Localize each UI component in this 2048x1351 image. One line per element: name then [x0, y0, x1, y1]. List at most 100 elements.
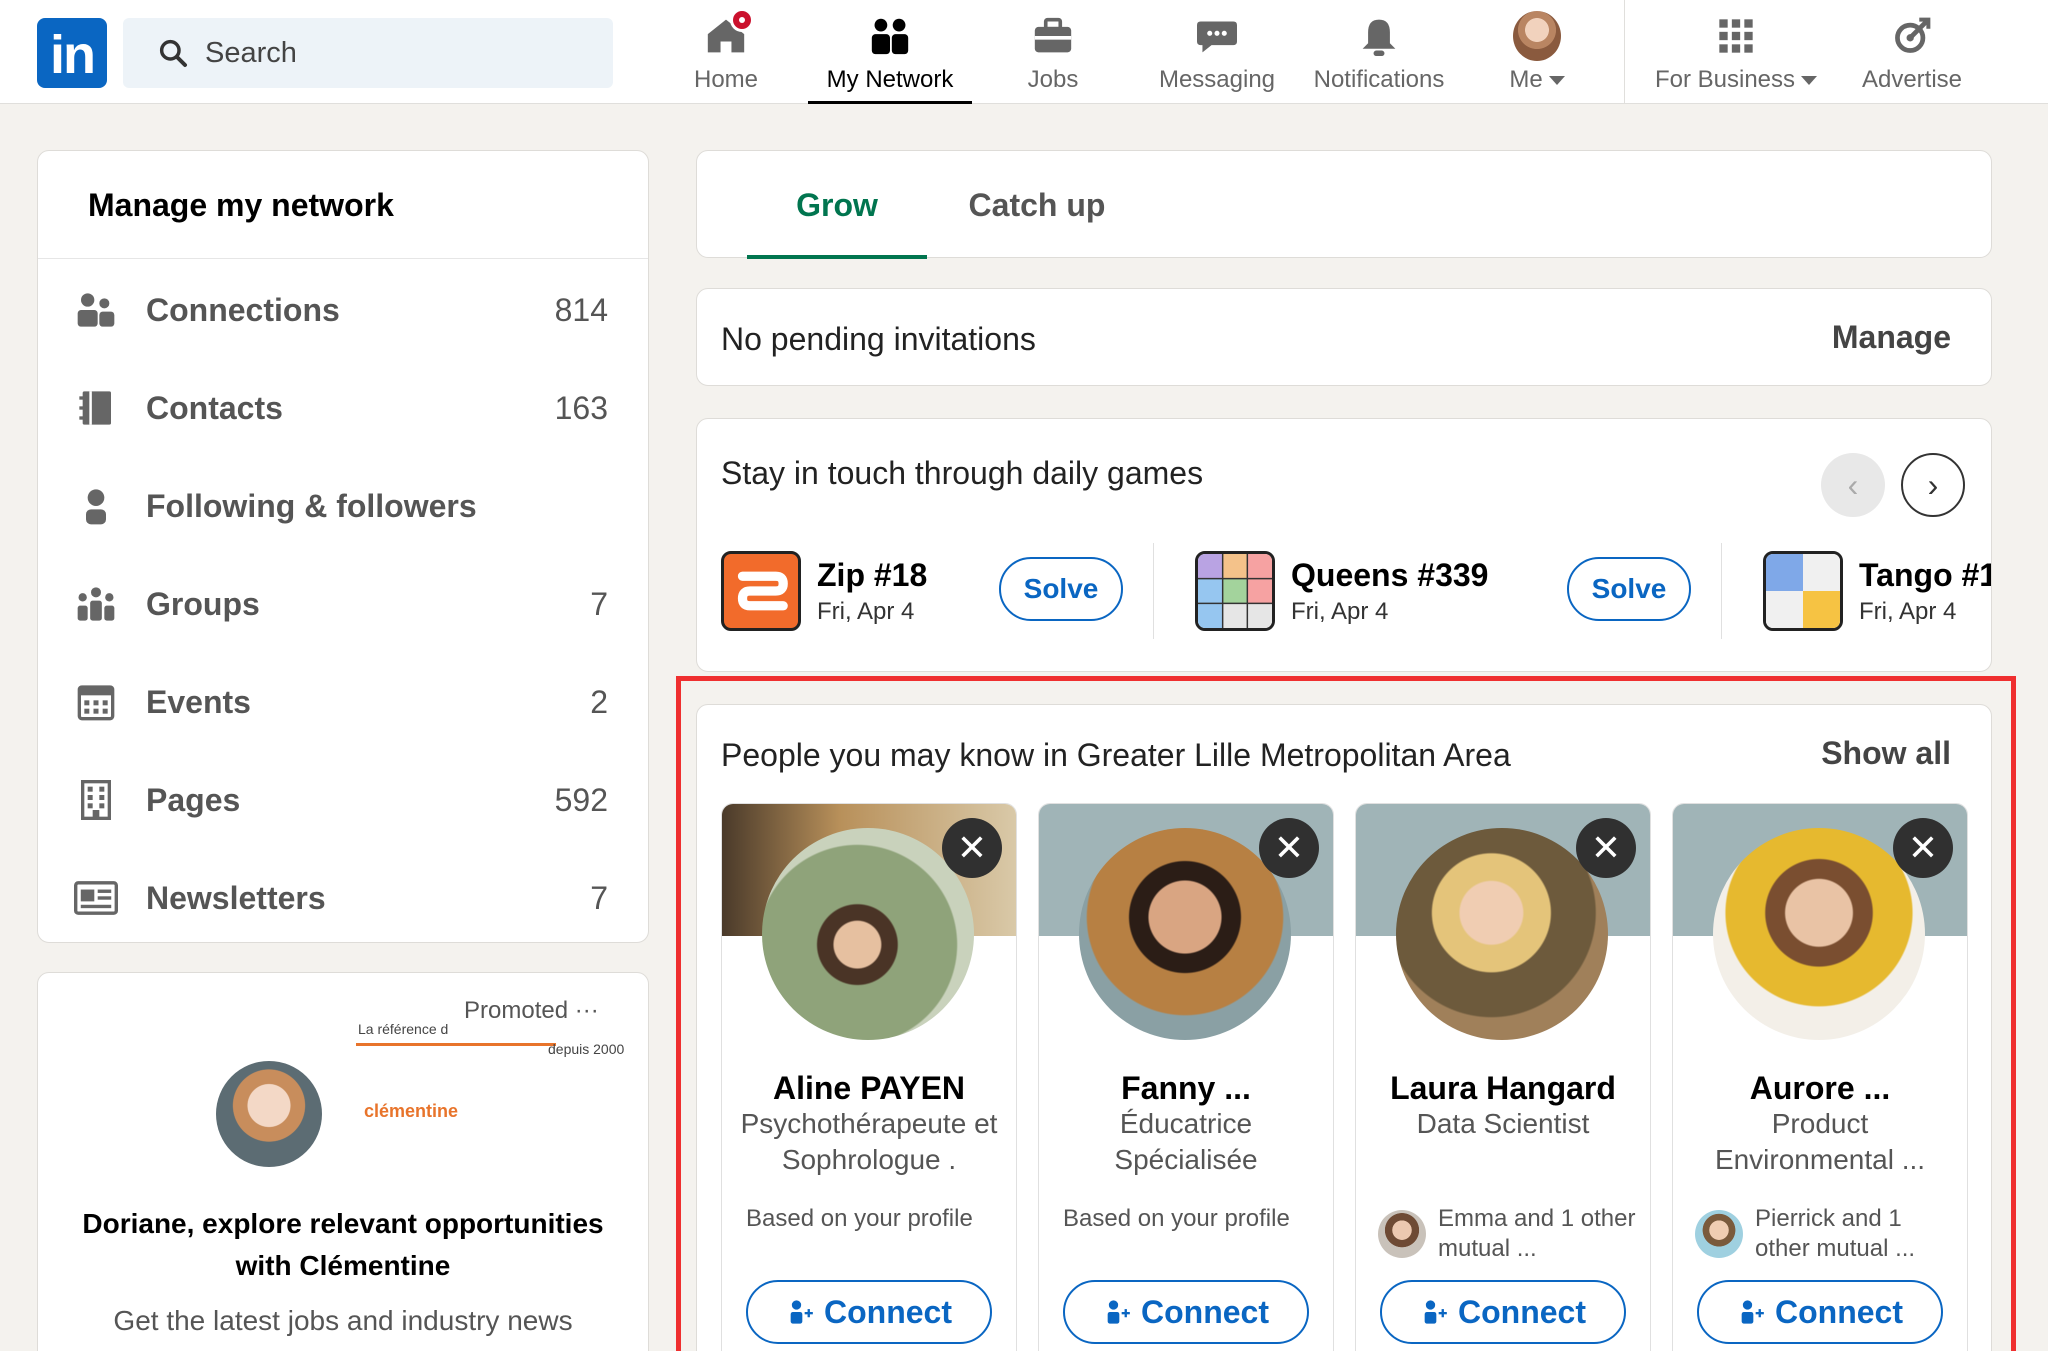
connect-button[interactable]: Connect — [1380, 1280, 1626, 1344]
game-date: Fri, Apr 4 — [1859, 597, 1957, 625]
person-name[interactable]: Aline PAYEN — [722, 1070, 1016, 1107]
calendar-icon — [77, 685, 115, 721]
nav-label: My Network — [826, 66, 954, 93]
profile-photo — [762, 828, 974, 1040]
daily-games-card: Stay in touch through daily games ‹ › Zi… — [696, 418, 1992, 672]
person-card[interactable]: ✕ Fanny ... Éducatrice Spécialisée Based… — [1038, 803, 1334, 1351]
close-icon: ✕ — [956, 827, 988, 868]
people-you-may-know-card: People you may know in Greater Lille Met… — [696, 704, 1992, 1351]
linkedin-logo-icon[interactable]: in — [37, 18, 107, 88]
games-title: Stay in touch through daily games — [721, 455, 1204, 491]
tab-grow[interactable]: Grow — [747, 151, 927, 259]
manage-item-label: Pages — [146, 781, 241, 818]
manage-item-events[interactable]: Events 2 — [38, 653, 648, 751]
manage-item-connections[interactable]: Connections 814 — [38, 261, 648, 359]
brand-tagline-2: depuis 2000 — [548, 1041, 625, 1057]
nav-label: Messaging — [1158, 66, 1276, 93]
manage-network-title: Manage my network — [88, 187, 394, 223]
divider — [38, 258, 648, 259]
me-avatar — [1513, 11, 1561, 61]
nav-for-business[interactable]: For Business — [1648, 12, 1824, 104]
newspaper-icon — [74, 881, 118, 915]
nav-messaging[interactable]: Messaging — [1152, 12, 1282, 104]
advertise-icon — [1895, 17, 1931, 53]
person-name[interactable]: Laura Hangard — [1356, 1070, 1650, 1107]
nav-me[interactable]: Me — [1504, 11, 1570, 104]
mutual-connections: Pierrick and 1 other mutual ... — [1695, 1204, 1957, 1264]
search-box[interactable] — [123, 18, 613, 88]
carousel-prev-button[interactable]: ‹ — [1821, 453, 1885, 517]
manage-item-count: 7 — [590, 879, 608, 916]
tab-catch-up[interactable]: Catch up — [947, 151, 1127, 259]
divider — [1721, 543, 1722, 639]
close-icon: ✕ — [1907, 827, 1939, 868]
nav-my-network[interactable]: My Network — [808, 12, 972, 104]
search-icon — [159, 39, 187, 67]
nav-divider — [1624, 0, 1625, 104]
manage-item-label: Following & followers — [146, 487, 477, 524]
profile-photo — [1396, 828, 1608, 1040]
show-all-button[interactable]: Show all — [1821, 735, 1951, 772]
brand-line — [356, 1043, 556, 1046]
connect-label: Connect — [824, 1293, 952, 1330]
nav-jobs[interactable]: Jobs — [1018, 12, 1088, 104]
building-icon — [81, 780, 111, 820]
manage-item-count: 2 — [590, 683, 608, 720]
nav-notifications[interactable]: Notifications — [1304, 12, 1454, 104]
promoted-card[interactable]: La référence d depuis 2000 Promoted ··· … — [37, 972, 649, 1351]
dismiss-button[interactable]: ✕ — [1259, 818, 1319, 878]
game-tango[interactable]: Tango #1 Fri, Apr 4 — [1763, 549, 1992, 633]
manage-item-label: Connections — [146, 291, 340, 328]
brand-logo: clémentine — [364, 1101, 459, 1121]
connect-button[interactable]: Connect — [1063, 1280, 1309, 1344]
manage-item-newsletters[interactable]: Newsletters 7 — [38, 849, 648, 947]
game-date: Fri, Apr 4 — [817, 597, 915, 625]
game-date: Fri, Apr 4 — [1291, 597, 1389, 625]
manage-item-following[interactable]: Following & followers — [38, 457, 648, 555]
nav-advertise[interactable]: Advertise — [1856, 12, 1968, 104]
solve-queens-button[interactable]: Solve — [1567, 557, 1691, 621]
person-icon — [86, 489, 106, 525]
game-name: Tango #1 — [1859, 556, 1992, 593]
connect-button[interactable]: Connect — [1697, 1280, 1943, 1344]
search-input[interactable] — [205, 36, 585, 70]
nav-label: Home — [693, 66, 759, 93]
queens-game-icon — [1195, 551, 1275, 631]
manage-item-groups[interactable]: Groups 7 — [38, 555, 648, 653]
manage-item-count: 592 — [554, 781, 608, 818]
game-zip[interactable]: Zip #18 Fri, Apr 4 — [721, 549, 927, 633]
person-name[interactable]: Aurore ... — [1673, 1070, 1967, 1107]
briefcase-icon — [1034, 17, 1072, 53]
connect-button[interactable]: Connect — [746, 1280, 992, 1344]
dismiss-button[interactable]: ✕ — [1576, 818, 1636, 878]
profile-photo — [1079, 828, 1291, 1040]
game-queens[interactable]: Queens #339 Fri, Apr 4 — [1195, 549, 1488, 633]
manage-item-contacts[interactable]: Contacts 163 — [38, 359, 648, 457]
nav-label: Advertise — [1861, 66, 1963, 93]
bell-icon — [1362, 19, 1396, 56]
chevron-right-icon: › — [1927, 466, 1939, 503]
manage-item-label: Contacts — [146, 389, 283, 426]
carousel-next-button[interactable]: › — [1901, 453, 1965, 517]
promo-headline: Doriane, explore relevant opportunities … — [82, 1208, 604, 1281]
person-name[interactable]: Fanny ... — [1039, 1070, 1333, 1107]
grid-apps-icon — [1719, 19, 1753, 53]
people-icon — [77, 293, 115, 327]
nav-home[interactable]: Home — [690, 8, 762, 104]
notification-dot — [730, 8, 754, 32]
caret-down-icon — [1548, 76, 1565, 86]
manage-item-pages[interactable]: Pages 592 — [38, 751, 648, 849]
manage-invitations-button[interactable]: Manage — [1832, 319, 1951, 356]
person-card[interactable]: ✕ Aline PAYEN Psychothérapeute et Sophro… — [721, 803, 1017, 1351]
promoted-label[interactable]: Promoted ··· — [458, 995, 605, 1027]
person-card[interactable]: ✕ Laura Hangard Data Scientist Emma and … — [1355, 803, 1651, 1351]
nav-label: Me — [1509, 66, 1543, 93]
nav-label: Jobs — [1027, 66, 1079, 93]
person-card[interactable]: ✕ Aurore ... Product Environmental ... P… — [1672, 803, 1968, 1351]
caret-down-icon — [1801, 76, 1818, 86]
solve-zip-button[interactable]: Solve — [999, 557, 1123, 621]
dismiss-button[interactable]: ✕ — [942, 818, 1002, 878]
tango-game-icon — [1763, 551, 1843, 631]
connect-label: Connect — [1141, 1293, 1269, 1330]
dismiss-button[interactable]: ✕ — [1893, 818, 1953, 878]
